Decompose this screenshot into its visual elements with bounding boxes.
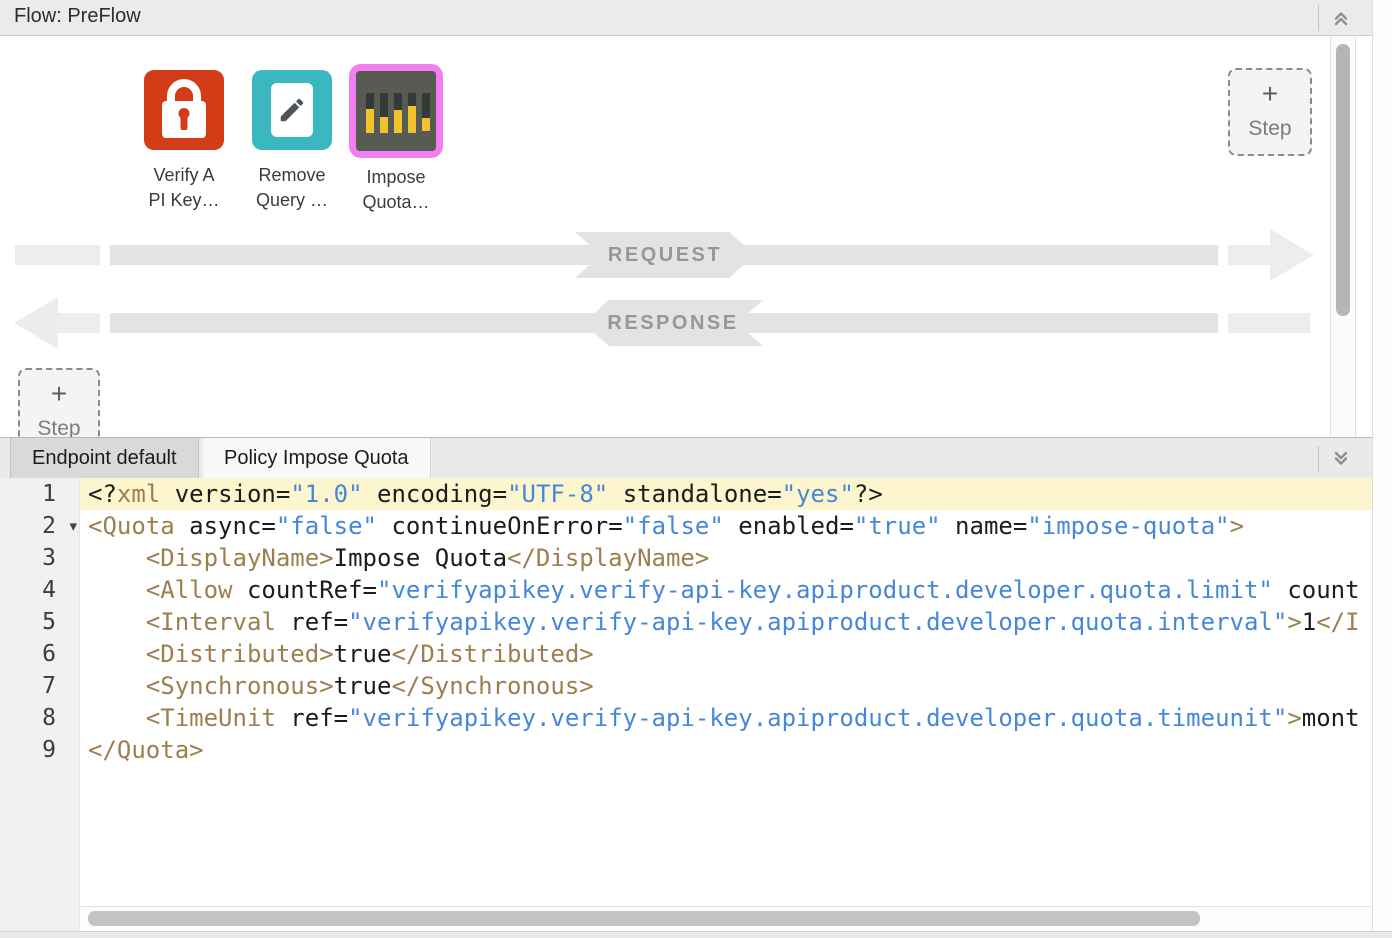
- fold-arrow-icon[interactable]: ▾: [69, 510, 77, 542]
- line-number: 9: [0, 734, 80, 766]
- tab-policy-impose-quota[interactable]: Policy Impose Quota: [203, 438, 431, 478]
- line-number: 5: [0, 606, 80, 638]
- tab-endpoint-default[interactable]: Endpoint default: [10, 438, 199, 478]
- code-lines: 1<?xml version="1.0" encoding="UTF-8" st…: [0, 478, 1372, 766]
- flow-panel: Verify A PI Key… Remove Query …: [0, 0, 1372, 437]
- response-line-right-segment: [1228, 313, 1310, 333]
- code-line-text[interactable]: </Quota>: [80, 734, 1372, 766]
- window-right-edge: [1372, 0, 1392, 938]
- pencil-glyph: [277, 95, 307, 125]
- flow-vertical-scrollbar[interactable]: [1330, 37, 1356, 437]
- line-number: 6: [0, 638, 80, 670]
- policy-label-line2: PI Key…: [136, 188, 232, 213]
- line-number: 1: [0, 478, 80, 510]
- lock-body: [162, 101, 206, 138]
- header-divider: [1318, 5, 1319, 31]
- code-line-text[interactable]: <Quota async="false" continueOnError="fa…: [80, 510, 1372, 542]
- code-line[interactable]: 6 <Distributed>true</Distributed>: [0, 638, 1372, 670]
- code-line[interactable]: 8 <TimeUnit ref="verifyapikey.verify-api…: [0, 702, 1372, 734]
- policy-remove-query-param[interactable]: Remove Query …: [244, 70, 340, 213]
- code-line[interactable]: 3 <DisplayName>Impose Quota</DisplayName…: [0, 542, 1372, 574]
- request-arrowhead-icon: [1270, 229, 1314, 281]
- add-step-button-request[interactable]: + Step: [1228, 68, 1312, 156]
- flow-header: Flow: PreFlow: [0, 0, 1372, 36]
- quota-bar: [380, 93, 388, 117]
- policy-label-line1: Impose: [344, 165, 448, 190]
- code-line[interactable]: 5 <Interval ref="verifyapikey.verify-api…: [0, 606, 1372, 638]
- quota-bar: [394, 93, 402, 110]
- quota-bar: [422, 118, 430, 131]
- policy-label: Verify A PI Key…: [136, 163, 232, 213]
- code-line-text[interactable]: <TimeUnit ref="verifyapikey.verify-api-k…: [80, 702, 1372, 734]
- plus-icon: +: [20, 378, 98, 410]
- request-line-left-segment: [15, 245, 100, 265]
- flow-scrollbar-thumb[interactable]: [1336, 44, 1350, 316]
- policy-verify-api-key[interactable]: Verify A PI Key…: [136, 70, 232, 213]
- code-line[interactable]: 4 <Allow countRef="verifyapikey.verify-a…: [0, 574, 1372, 606]
- xml-code-editor[interactable]: 1<?xml version="1.0" encoding="UTF-8" st…: [0, 478, 1372, 906]
- request-arrow-shaft: [1228, 245, 1272, 265]
- request-banner: REQUEST: [575, 232, 755, 278]
- code-line[interactable]: 1<?xml version="1.0" encoding="UTF-8" st…: [0, 478, 1372, 510]
- lock-keyhole-stem: [181, 116, 188, 130]
- lock-icon[interactable]: [144, 70, 224, 150]
- quota-icon-inner: [356, 71, 436, 151]
- add-step-label: Step: [1230, 117, 1310, 141]
- chevrons-down-icon[interactable]: [1326, 444, 1356, 474]
- code-line-text[interactable]: <?xml version="1.0" encoding="UTF-8" sta…: [80, 478, 1372, 510]
- code-line-text[interactable]: <DisplayName>Impose Quota</DisplayName>: [80, 542, 1372, 574]
- apigee-flow-editor: Verify A PI Key… Remove Query …: [0, 0, 1392, 938]
- policy-label-line1: Remove: [244, 163, 340, 188]
- code-line-text[interactable]: <Allow countRef="verifyapikey.verify-api…: [80, 574, 1372, 606]
- policy-label-line1: Verify A: [136, 163, 232, 188]
- flow-title: Flow: PreFlow: [14, 5, 141, 28]
- code-line[interactable]: 2▾<Quota async="false" continueOnError="…: [0, 510, 1372, 542]
- code-line[interactable]: 9</Quota>: [0, 734, 1372, 766]
- pencil-icon[interactable]: [252, 70, 332, 150]
- quota-bars-icon[interactable]: [349, 64, 443, 158]
- response-arrowhead-icon: [14, 297, 58, 349]
- line-number: 8: [0, 702, 80, 734]
- tab-bar: Endpoint default Policy Impose Quota: [0, 437, 1372, 478]
- quota-bar: [408, 106, 416, 133]
- quota-bar: [366, 93, 374, 109]
- code-line[interactable]: 7 <Synchronous>true</Synchronous>: [0, 670, 1372, 702]
- quota-bar: [408, 93, 416, 106]
- policy-label: Impose Quota…: [344, 165, 448, 215]
- window-bottom-edge: [0, 931, 1392, 938]
- line-number: 2▾: [0, 510, 80, 542]
- editor-horizontal-scrollbar[interactable]: [80, 906, 1372, 931]
- editor-scrollbar-thumb[interactable]: [88, 911, 1200, 926]
- quota-bar: [380, 117, 388, 133]
- quota-bar: [422, 93, 430, 118]
- quota-bar: [394, 110, 402, 133]
- code-line-text[interactable]: <Interval ref="verifyapikey.verify-api-k…: [80, 606, 1372, 638]
- quota-bar: [366, 109, 374, 133]
- line-number: 3: [0, 542, 80, 574]
- plus-icon: +: [1230, 78, 1310, 110]
- response-banner: RESPONSE: [583, 300, 763, 346]
- code-panel: Endpoint default Policy Impose Quota 1<?…: [0, 437, 1372, 931]
- policy-label-line2: Quota…: [344, 190, 448, 215]
- line-number: 7: [0, 670, 80, 702]
- code-line-text[interactable]: <Distributed>true</Distributed>: [80, 638, 1372, 670]
- chevrons-up-icon[interactable]: [1326, 3, 1356, 33]
- tabbar-divider: [1318, 446, 1319, 472]
- code-line-text[interactable]: <Synchronous>true</Synchronous>: [80, 670, 1372, 702]
- line-number: 4: [0, 574, 80, 606]
- policy-impose-quota-selected[interactable]: Impose Quota…: [344, 64, 448, 215]
- policy-label-line2: Query …: [244, 188, 340, 213]
- response-arrow-shaft: [58, 313, 100, 333]
- policy-label: Remove Query …: [244, 163, 340, 213]
- pencil-card: [271, 83, 313, 137]
